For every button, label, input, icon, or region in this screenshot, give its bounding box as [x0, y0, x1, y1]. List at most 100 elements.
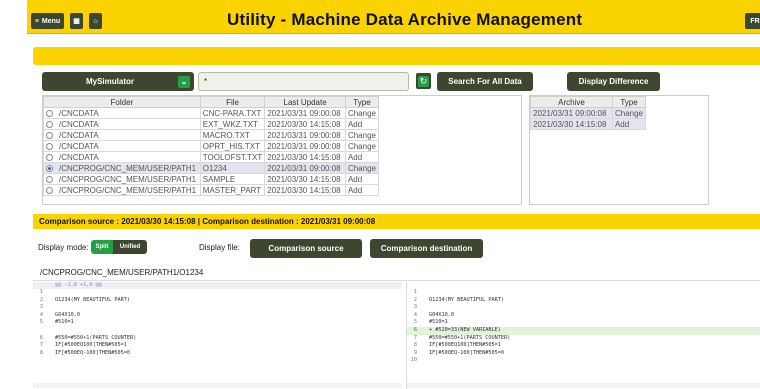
line-code: #550=#550+1(PARTS COUNTER) [429, 334, 511, 341]
diff-line: 4 G04X10.0 [407, 312, 760, 320]
display-mode-toggle: Split Unified [91, 240, 147, 254]
type-cell: Change [344, 140, 380, 152]
file-table-row[interactable]: /CNCDATA OPRT_HIS.TXT 2021/03/31 09:00:08 C… [43, 140, 380, 152]
row-radio[interactable] [46, 153, 53, 161]
folder-text: /CNCPROG/CNC_MEM/USER/PATH1 [59, 163, 197, 173]
folder-cell: /CNCDATA [43, 118, 201, 130]
line-code: G04X10.0 [429, 311, 454, 318]
line-number: 3 [413, 304, 417, 311]
diff-line: 2 O1234(MY BEAUTIFUL PART) [407, 297, 760, 305]
comparison-bar: Comparison source : 2021/03/30 14:15:08 … [33, 214, 760, 229]
display-difference-button[interactable]: Display Difference [567, 72, 660, 91]
diff-line: 10 [407, 357, 760, 365]
line-code: + #520=33(NEW VARIABLE) [429, 326, 501, 333]
diff-line: 4 G04X10.0 [33, 312, 402, 320]
archive-archive-cell: 2021/03/31 09:00:08 [530, 107, 613, 119]
archive-archive-cell: 2021/03/30 14:15:08 [530, 118, 613, 130]
diff-left-pane[interactable]: @@ -1,8 +1,9 @@ 1 2 O1234(MY BEAUTIFUL PAR… [33, 282, 402, 389]
line-number: 6 [413, 326, 417, 333]
comparison-destination-button[interactable]: Comparison destination [370, 239, 483, 258]
home-button[interactable]: ⌂ [89, 13, 102, 29]
chevron-down-icon: ⌄ [178, 75, 190, 88]
row-radio[interactable] [46, 164, 53, 172]
col-file: File [199, 96, 266, 108]
diff-line: 3 [407, 304, 760, 312]
section-strip [33, 47, 760, 65]
mode-split-button[interactable]: Split [91, 240, 113, 254]
line-number: 7 [39, 342, 43, 349]
file-table-header: Folder File Last Update Type [43, 96, 380, 108]
file-table-row[interactable]: /CNCPROG/CNC_MEM/USER/PATH1 O1234 2021/03/… [43, 162, 380, 174]
machine-select[interactable]: MySimulator ⌄ [42, 72, 194, 91]
type-cell: Change [344, 129, 380, 141]
archive-row[interactable]: 2021/03/30 14:15:08 Add [530, 118, 647, 130]
mode-unified-button[interactable]: Unified [113, 240, 147, 254]
file-table-row[interactable]: /CNCPROG/CNC_MEM/USER/PATH1 SAMPLE 2021/03… [43, 173, 380, 185]
file-cell: MASTER_PART [199, 184, 266, 196]
search-all-button[interactable]: Search For All Data [437, 72, 533, 91]
line-code: IF[#500EQ100]THEN#505=1 [429, 342, 501, 349]
file-table-row[interactable]: /CNCPROG/CNC_MEM/USER/PATH1 MASTER_PART 20… [43, 184, 380, 196]
folder-text: /CNCDATA [59, 108, 99, 118]
refresh-button[interactable]: ↻ [416, 73, 431, 89]
line-number: 4 [413, 311, 417, 318]
file-table-row[interactable]: /CNCDATA MACRO.TXT 2021/03/31 09:00:08 Chan… [43, 129, 380, 141]
archive-table-panel: Archive Type 2021/03/31 09:00:08 Change 20… [529, 95, 709, 205]
comparison-source-button[interactable]: Comparison source [250, 239, 362, 258]
page-title: Utility - Machine Data Archive Managemen… [227, 10, 583, 29]
file-table-row[interactable]: /CNCDATA TOOLOFST.TXT 2021/03/30 14:15:08 A… [43, 151, 380, 163]
last-update-cell: 2021/03/31 09:00:08 [264, 107, 346, 119]
row-radio[interactable] [46, 131, 53, 139]
diff-line: 5 #510=1 [33, 319, 402, 327]
type-cell: Add [344, 118, 380, 130]
line-code: IF[#500EQ100]THEN#505=1 [55, 342, 127, 349]
file-cell: SAMPLE [199, 173, 266, 185]
diff-line: 7 #550=#550+1(PARTS COUNTER) [407, 335, 760, 343]
last-update-cell: 2021/03/31 09:00:08 [264, 162, 346, 174]
folder-text: /CNCDATA [59, 141, 99, 151]
line-code: IF[#500EQ-100]THEN#505=0 [55, 349, 130, 356]
line-number: 7 [413, 334, 417, 341]
left-scrollbar[interactable] [33, 383, 402, 388]
filter-input[interactable] [198, 72, 409, 91]
diff-line: 8 IF[#500EQ-100]THEN#505=0 [33, 350, 402, 358]
line-number: 6 [39, 334, 43, 341]
hamburger-icon: ≡ [34, 17, 39, 25]
folder-cell: /CNCPROG/CNC_MEM/USER/PATH1 [43, 162, 201, 174]
menu-button[interactable]: ≡ Menu [31, 13, 64, 29]
title-bar: ≡ Menu ▦ ⌂ Utility - Machine Data Archiv… [27, 0, 760, 34]
archive-row[interactable]: 2021/03/31 09:00:08 Change [530, 107, 647, 119]
last-update-cell: 2021/03/30 14:15:08 [264, 151, 346, 163]
file-table-row[interactable]: /CNCDATA CNC-PARA.TXT 2021/03/31 09:00:08 C… [43, 107, 380, 119]
file-cell: O1234 [199, 162, 266, 174]
line-number [33, 327, 55, 335]
row-radio[interactable] [46, 109, 53, 117]
home-icon: ⌂ [93, 17, 98, 25]
line-number: 3 [39, 304, 43, 311]
diff-right-pane[interactable]: 1 2 O1234(MY BEAUTIFUL PART) 3 4 G04X10.0 5 #51… [406, 282, 760, 389]
row-radio[interactable] [46, 142, 53, 150]
line-number: 8 [413, 342, 417, 349]
right-scrollbar[interactable] [407, 383, 760, 388]
diff-line: 6 #550=#550+1(PARTS COUNTER) [33, 335, 402, 343]
row-radio[interactable] [46, 175, 53, 183]
file-cell: MACRO.TXT [199, 129, 266, 141]
type-cell: Add [344, 173, 380, 185]
folder-text: /CNCPROG/CNC_MEM/USER/PATH1 [59, 174, 197, 184]
line-code: #550=#550+1(PARTS COUNTER) [55, 334, 137, 341]
grid-button[interactable]: ▦ [70, 13, 83, 29]
line-number: 4 [39, 311, 43, 318]
row-radio[interactable] [46, 186, 53, 194]
display-mode-label: Display mode: [38, 243, 89, 252]
diff-line: 3 [33, 304, 402, 312]
folder-cell: /CNCDATA [43, 129, 201, 141]
fr-button[interactable]: FR [745, 13, 760, 29]
archive-type-cell: Change [611, 107, 647, 119]
folder-text: /CNCDATA [59, 152, 99, 162]
file-table-row[interactable]: /CNCDATA EXT_WKZ.TXT 2021/03/30 14:15:08 Ad… [43, 118, 380, 130]
line-code: #510=1 [429, 319, 448, 326]
row-radio[interactable] [46, 120, 53, 128]
last-update-cell: 2021/03/31 09:00:08 [264, 140, 346, 152]
file-cell: TOOLOFST.TXT [199, 151, 266, 163]
col-archive-type: Type [611, 96, 647, 108]
